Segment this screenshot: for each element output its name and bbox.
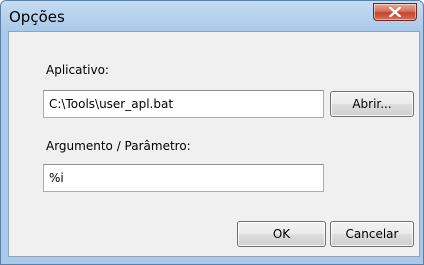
ok-button[interactable]: OK: [237, 221, 326, 247]
window-title: Opções: [9, 8, 65, 26]
dialog-body: Aplicativo: C:\Tools\user_apl.bat Abrir.…: [8, 31, 420, 257]
options-dialog: Opções Aplicativo: C:\Tools\user_apl.bat…: [0, 0, 424, 265]
browse-button[interactable]: Abrir...: [330, 91, 414, 117]
close-icon: [389, 7, 401, 17]
application-label: Aplicativo:: [46, 63, 109, 77]
application-input[interactable]: C:\Tools\user_apl.bat: [43, 90, 324, 118]
argument-label: Argumento / Parâmetro:: [46, 139, 191, 153]
cancel-button[interactable]: Cancelar: [330, 221, 414, 247]
window-frame-bottom: [1, 257, 423, 264]
title-bar[interactable]: Opções: [1, 1, 423, 31]
argument-input[interactable]: %i: [43, 164, 324, 192]
close-button[interactable]: [373, 3, 417, 21]
